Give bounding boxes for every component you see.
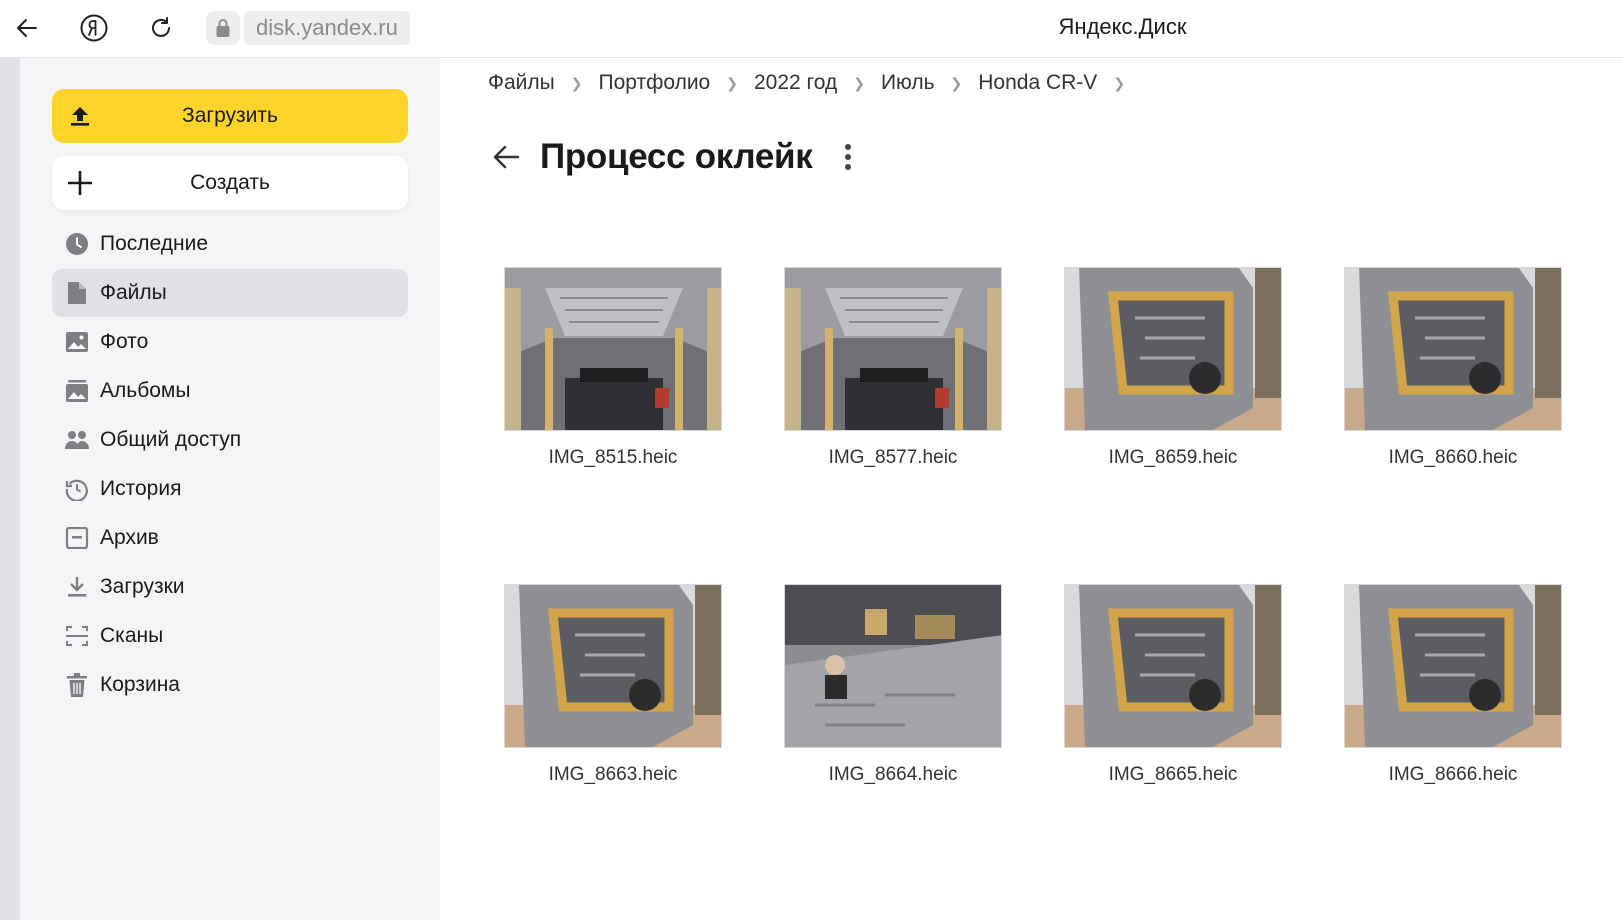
sidebar-item-scans[interactable]: Сканы	[52, 612, 408, 660]
breadcrumb-item[interactable]: Honda CR-V	[978, 71, 1097, 95]
file-tile[interactable]: IMG_8663.heic	[504, 584, 722, 786]
clock-icon	[64, 231, 90, 257]
download-icon	[64, 574, 90, 600]
shared-icon	[64, 427, 90, 453]
sidebar-item-history[interactable]: История	[52, 465, 408, 513]
breadcrumb-item[interactable]: Июль	[881, 71, 935, 95]
sidebar-item-label: Архив	[100, 526, 159, 549]
file-thumbnail[interactable]	[784, 584, 1002, 748]
sidebar-item-label: История	[100, 477, 182, 500]
scan-icon	[64, 623, 90, 649]
file-thumbnail[interactable]	[1344, 584, 1562, 748]
sidebar-item-shared[interactable]: Общий доступ	[52, 416, 408, 464]
file-name: IMG_8577.heic	[828, 447, 958, 468]
breadcrumb-item[interactable]: Файлы	[488, 71, 555, 95]
file-tile[interactable]: IMG_8515.heic	[504, 267, 722, 469]
albums-icon	[64, 378, 90, 404]
browser-toolbar: disk.yandex.ru Яндекс.Диск	[0, 0, 1622, 58]
create-label: Создать	[190, 171, 270, 194]
sidebar-item-label: Общий доступ	[100, 428, 242, 451]
url-text[interactable]: disk.yandex.ru	[244, 11, 410, 45]
sidebar-item-archive[interactable]: Архив	[52, 514, 408, 562]
history-icon	[64, 476, 90, 502]
reload-icon[interactable]	[142, 9, 180, 47]
sidebar-item-label: Сканы	[100, 624, 164, 647]
upload-icon	[66, 102, 94, 130]
address-bar[interactable]: disk.yandex.ru	[206, 10, 410, 46]
sidebar-item-files[interactable]: Файлы	[52, 269, 408, 317]
file-thumbnail[interactable]	[504, 584, 722, 748]
page-title: Яндекс.Диск	[1058, 14, 1187, 39]
chevron-right-icon: ❯	[726, 74, 738, 91]
file-tile[interactable]: IMG_8665.heic	[1064, 584, 1282, 786]
breadcrumb-item[interactable]: Портфолио	[598, 71, 710, 95]
file-tile[interactable]: IMG_8660.heic	[1344, 267, 1562, 469]
sidebar-item-label: Загрузки	[100, 575, 185, 598]
file-name: IMG_8663.heic	[548, 764, 678, 785]
chevron-right-icon: ❯	[570, 74, 583, 91]
file-tile[interactable]: IMG_8666.heic	[1344, 584, 1562, 786]
trash-icon	[64, 672, 90, 698]
file-name: IMG_8665.heic	[1108, 764, 1238, 785]
main-content: Файлы ❯ Портфолио ❯ 2022 год ❯ Июль ❯ Ho…	[440, 58, 1622, 920]
sidebar-item-label: Последние	[100, 232, 209, 255]
create-button[interactable]: Создать	[52, 156, 408, 210]
window-edge	[0, 58, 20, 920]
folder-title: Процесс оклейк	[540, 137, 813, 176]
file-name: IMG_8666.heic	[1388, 764, 1518, 785]
folder-header: Процесс оклейк	[488, 136, 861, 178]
sidebar-item-label: Файлы	[100, 281, 167, 304]
back-arrow-icon[interactable]	[8, 9, 46, 47]
file-thumbnail[interactable]	[1344, 267, 1562, 431]
yandex-logo-icon[interactable]	[75, 9, 113, 47]
file-tile[interactable]: IMG_8664.heic	[784, 584, 1002, 786]
upload-button[interactable]: Загрузить	[52, 89, 408, 143]
chevron-right-icon: ❯	[950, 74, 963, 91]
sidebar-item-downloads[interactable]: Загрузки	[52, 563, 408, 611]
sidebar: Загрузить Создать Последние Файлы Фото А…	[20, 58, 440, 920]
file-name: IMG_8664.heic	[828, 764, 958, 785]
chevron-right-icon: ❯	[853, 74, 865, 91]
sidebar-item-photo[interactable]: Фото	[52, 318, 408, 366]
file-icon	[64, 280, 90, 306]
file-name: IMG_8659.heic	[1108, 447, 1238, 468]
lock-icon[interactable]	[206, 11, 240, 45]
sidebar-item-recent[interactable]: Последние	[52, 220, 408, 268]
sidebar-item-albums[interactable]: Альбомы	[52, 367, 408, 415]
sidebar-nav: Последние Файлы Фото Альбомы Общий досту…	[52, 220, 408, 710]
file-thumbnail[interactable]	[1064, 267, 1282, 431]
photo-icon	[64, 329, 90, 355]
chevron-right-icon: ❯	[1113, 74, 1126, 91]
file-name: IMG_8660.heic	[1388, 447, 1518, 468]
sidebar-item-trash[interactable]: Корзина	[52, 661, 408, 709]
breadcrumb-item[interactable]: 2022 год	[754, 71, 837, 95]
sidebar-item-label: Альбомы	[100, 379, 191, 402]
sidebar-item-label: Корзина	[100, 673, 180, 696]
file-tile[interactable]: IMG_8659.heic	[1064, 267, 1282, 469]
file-tile[interactable]: IMG_8577.heic	[784, 267, 1002, 469]
archive-icon	[64, 525, 90, 551]
upload-label: Загрузить	[182, 104, 278, 127]
plus-icon	[66, 169, 94, 197]
file-thumbnail[interactable]	[784, 267, 1002, 431]
file-thumbnail[interactable]	[504, 267, 722, 431]
file-name: IMG_8515.heic	[548, 447, 678, 468]
more-vertical-icon[interactable]	[835, 139, 861, 175]
file-thumbnail[interactable]	[1064, 584, 1282, 748]
breadcrumb: Файлы ❯ Портфолио ❯ 2022 год ❯ Июль ❯ Ho…	[488, 70, 1141, 96]
back-arrow-icon[interactable]	[488, 139, 524, 175]
sidebar-item-label: Фото	[100, 330, 149, 353]
